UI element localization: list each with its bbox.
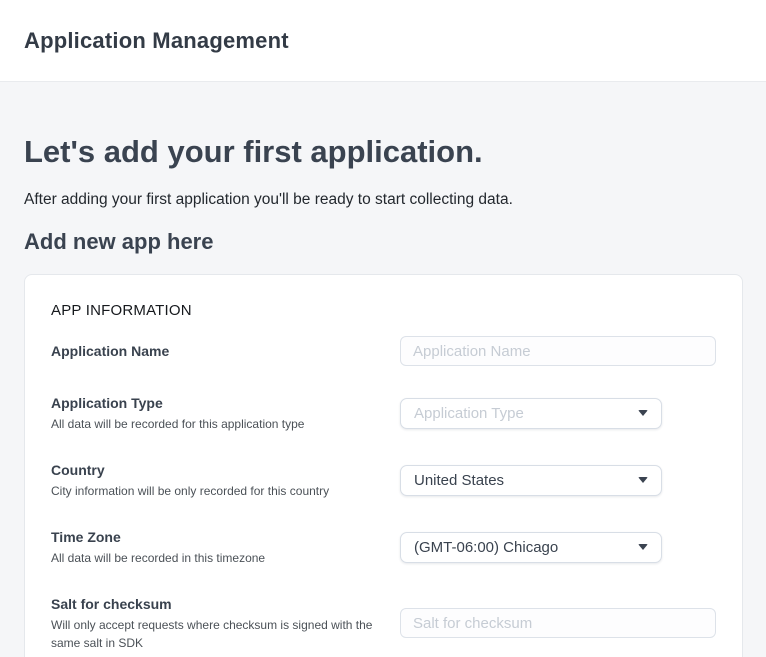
field-meta: Application Type All data will be record… xyxy=(51,393,396,433)
field-control: (GMT-06:00) Chicago xyxy=(400,532,716,563)
hero-heading: Let's add your first application. xyxy=(24,132,742,171)
form-row-application-name: Application Name xyxy=(51,336,716,366)
field-control xyxy=(400,336,716,366)
caret-down-icon xyxy=(638,410,648,416)
form-row-country: Country City information will be only re… xyxy=(51,460,716,500)
field-control: Application Type xyxy=(400,398,716,429)
application-type-label: Application Type xyxy=(51,393,396,413)
dropdown-value-text: (GMT-06:00) Chicago xyxy=(414,539,558,556)
field-meta: Application Name xyxy=(51,341,396,361)
application-type-helper: All data will be recorded for this appli… xyxy=(51,415,396,433)
app-header: Application Management xyxy=(0,0,766,82)
field-control xyxy=(400,608,716,638)
country-helper: City information will be only recorded f… xyxy=(51,482,396,500)
main-content: Let's add your first application. After … xyxy=(0,82,766,657)
dropdown-placeholder-text: Application Type xyxy=(414,405,524,422)
form-row-time-zone: Time Zone All data will be recorded in t… xyxy=(51,527,716,567)
caret-down-icon xyxy=(638,477,648,483)
time-zone-helper: All data will be recorded in this timezo… xyxy=(51,549,396,567)
time-zone-dropdown[interactable]: (GMT-06:00) Chicago xyxy=(400,532,662,563)
time-zone-label: Time Zone xyxy=(51,527,396,547)
salt-for-checksum-input[interactable] xyxy=(400,608,716,638)
field-control: United States xyxy=(400,465,716,496)
country-dropdown[interactable]: United States xyxy=(400,465,662,496)
salt-for-checksum-helper: Will only accept requests where checksum… xyxy=(51,616,396,652)
caret-down-icon xyxy=(638,544,648,550)
add-new-app-heading: Add new app here xyxy=(24,227,742,257)
add-app-card: APP INFORMATION Application Name Applica… xyxy=(24,274,743,657)
application-type-dropdown[interactable]: Application Type xyxy=(400,398,662,429)
form-row-application-type: Application Type All data will be record… xyxy=(51,393,716,433)
field-meta: Country City information will be only re… xyxy=(51,460,396,500)
salt-for-checksum-label: Salt for checksum xyxy=(51,594,396,614)
page-title: Application Management xyxy=(24,28,289,54)
field-meta: Time Zone All data will be recorded in t… xyxy=(51,527,396,567)
application-name-label: Application Name xyxy=(51,341,396,361)
hero-subheading: After adding your first application you'… xyxy=(24,188,742,212)
application-name-input[interactable] xyxy=(400,336,716,366)
page: Application Management Let's add your fi… xyxy=(0,0,766,657)
country-label: Country xyxy=(51,460,396,480)
dropdown-value-text: United States xyxy=(414,472,504,489)
app-information-section-title: APP INFORMATION xyxy=(51,301,716,321)
form-row-salt-for-checksum: Salt for checksum Will only accept reque… xyxy=(51,594,716,652)
field-meta: Salt for checksum Will only accept reque… xyxy=(51,594,396,652)
